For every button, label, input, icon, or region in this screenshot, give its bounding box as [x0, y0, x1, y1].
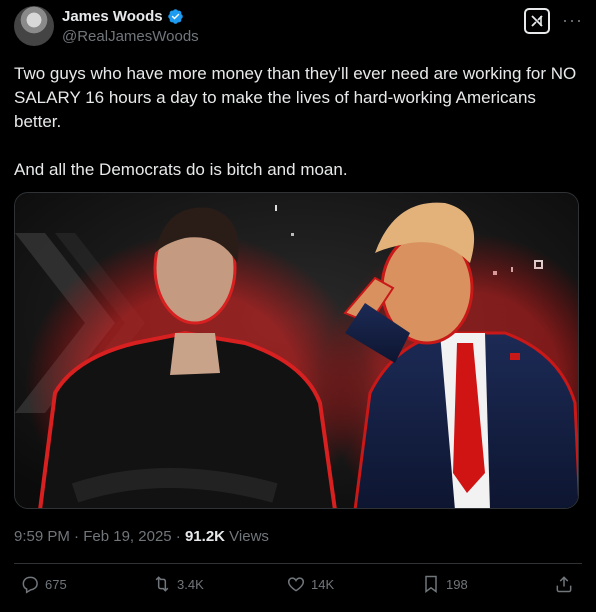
like-button[interactable]: 14K: [286, 574, 334, 594]
reply-icon: [22, 576, 38, 594]
grok-button[interactable]: [524, 8, 550, 34]
tweet-text: Two guys who have more money than they’l…: [14, 64, 577, 179]
views-label: Views: [229, 528, 269, 545]
author-handle[interactable]: @RealJamesWoods: [62, 28, 199, 45]
repost-icon: [155, 576, 169, 592]
grok-icon: [531, 15, 543, 27]
reply-button[interactable]: 675: [20, 574, 67, 594]
bookmark-button[interactable]: 198: [421, 574, 468, 594]
repost-count: 3.4K: [177, 576, 204, 592]
meta-separator: ·: [175, 528, 185, 545]
author-name[interactable]: James Woods: [62, 8, 163, 25]
share-button[interactable]: [554, 574, 574, 594]
tweet-meta: 9:59 PM · Feb 19, 2025 · 91.2K Views: [14, 528, 269, 545]
bookmark-icon: [425, 575, 437, 593]
share-icon: [556, 576, 572, 593]
divider: [14, 563, 582, 564]
author-name-row[interactable]: James Woods: [62, 8, 184, 25]
verified-badge-icon: [167, 9, 183, 24]
views-count: 91.2K: [184, 528, 225, 545]
avatar[interactable]: [14, 6, 54, 46]
bookmark-count: 198: [446, 576, 468, 592]
action-bar: 675 3.4K 14K 198: [0, 574, 596, 600]
tweet-date[interactable]: Feb 19, 2025: [83, 528, 171, 545]
tweet-time[interactable]: 9:59 PM: [14, 528, 70, 545]
tweet-photo: [15, 193, 578, 508]
reply-count: 675: [45, 576, 67, 592]
repost-button[interactable]: 3.4K: [152, 574, 204, 594]
heart-icon: [287, 577, 305, 592]
meta-separator: ·: [74, 528, 84, 545]
more-icon[interactable]: ···: [562, 10, 583, 31]
tweet-image[interactable]: [14, 192, 579, 509]
like-count: 14K: [311, 576, 335, 592]
